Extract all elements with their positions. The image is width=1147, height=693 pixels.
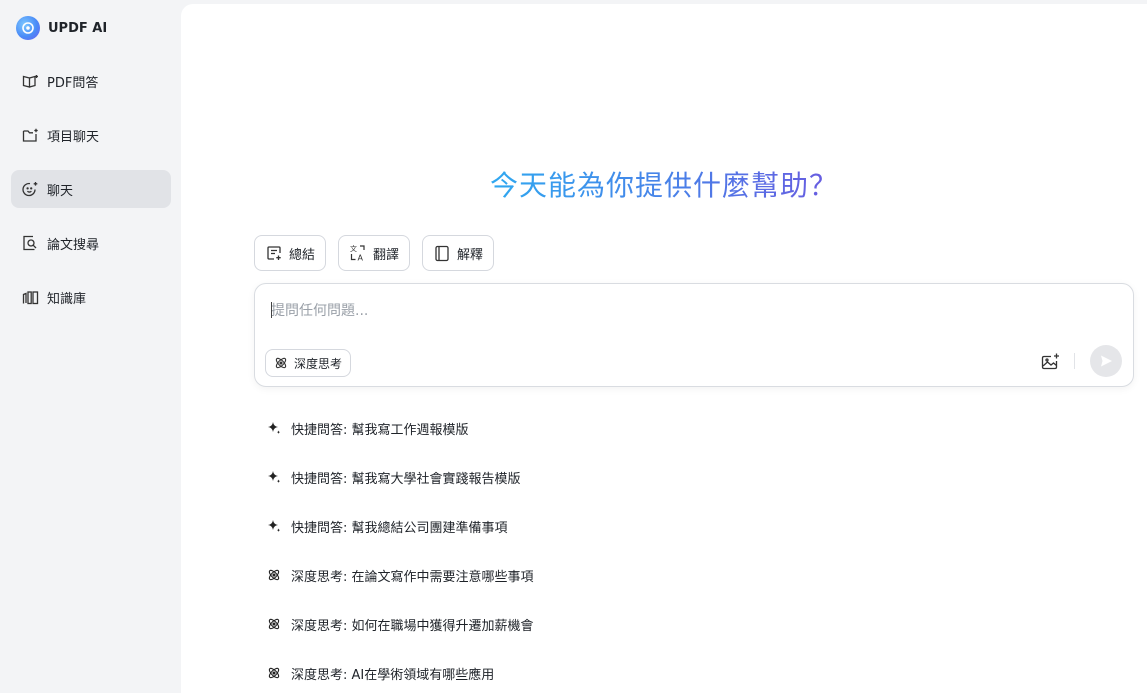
suggestion-text: 深度思考: 如何在職場中獲得升遷加薪機會	[291, 618, 534, 634]
sidebar-item-label: 項目聊天	[47, 129, 100, 145]
suggestion-text: 深度思考: 在論文寫作中需要注意哪些事項	[291, 569, 534, 585]
page-title: 今天能為你提供什麼幫助？	[489, 169, 838, 202]
sidebar-item-knowledge-base[interactable]: 知識庫	[11, 278, 171, 316]
sidebar-item-pdf-qa[interactable]: PDF問答	[11, 62, 171, 100]
deep-think-toggle[interactable]: 深度思考	[265, 349, 352, 377]
summarize-button[interactable]: 總結	[254, 235, 327, 271]
sidebar-item-label: 知識庫	[47, 291, 87, 307]
suggestion-text: 快捷問答: 幫我寫工作週報模版	[291, 422, 469, 438]
updf-logo-icon	[16, 16, 40, 40]
suggestion-text: 快捷問答: 幫我寫大學社會實踐報告模版	[291, 471, 521, 487]
explain-book-icon	[433, 244, 451, 262]
translate-label: 翻譯	[373, 247, 400, 263]
chat-smile-icon	[21, 180, 39, 198]
brand[interactable]: UPDF AI	[16, 16, 107, 40]
send-arrow-icon	[1099, 354, 1113, 368]
summary-icon	[265, 244, 283, 262]
deep-think-label: 深度思考	[294, 356, 343, 371]
translate-button[interactable]: 文 A 翻譯	[338, 235, 411, 271]
prompt-input[interactable]	[271, 300, 1091, 324]
sparkle-icon	[266, 469, 282, 485]
atom-icon	[274, 356, 288, 370]
svg-text:A: A	[358, 254, 364, 263]
sidebar-item-label: 聊天	[47, 183, 74, 199]
summarize-label: 總結	[289, 247, 316, 263]
suggestion-item[interactable]: 快捷問答: 幫我寫大學社會實踐報告模版	[266, 465, 686, 489]
svg-text:文: 文	[350, 244, 357, 253]
sidebar-item-project-chat[interactable]: 項目聊天	[11, 116, 171, 154]
translate-icon: 文 A	[349, 244, 367, 262]
chat-composer: 深度思考	[254, 283, 1134, 387]
book-open-icon	[21, 72, 39, 90]
suggestion-text: 深度思考: AI在學術領域有哪些應用	[291, 667, 495, 683]
suggestion-item[interactable]: 深度思考: 如何在職場中獲得升遷加薪機會	[266, 612, 686, 636]
divider	[1074, 353, 1075, 369]
library-icon	[21, 288, 39, 306]
folder-plus-icon	[21, 126, 39, 144]
suggestion-item[interactable]: 快捷問答: 幫我總結公司團建準備事項	[266, 514, 686, 538]
sparkle-icon	[266, 518, 282, 534]
sidebar-item-chat[interactable]: 聊天	[11, 170, 171, 208]
suggestion-item[interactable]: 深度思考: AI在學術領域有哪些應用	[266, 661, 686, 685]
suggestion-item[interactable]: 快捷問答: 幫我寫工作週報模版	[266, 416, 686, 440]
sidebar: UPDF AI PDF問答 項目聊天 聊天 論文搜尋 知識庫	[0, 0, 180, 693]
send-button[interactable]	[1090, 345, 1122, 377]
sidebar-item-label: 論文搜尋	[47, 237, 100, 253]
sparkle-icon	[266, 420, 282, 436]
explain-button[interactable]: 解釋	[422, 235, 495, 271]
explain-label: 解釋	[457, 247, 484, 263]
sidebar-item-paper-search[interactable]: 論文搜尋	[11, 224, 171, 262]
image-upload-button[interactable]	[1039, 350, 1061, 372]
atom-icon	[266, 616, 282, 632]
atom-icon	[266, 665, 282, 681]
image-plus-icon	[1041, 353, 1060, 370]
quick-actions: 總結 文 A 翻譯 解釋	[254, 235, 495, 271]
suggestion-text: 快捷問答: 幫我總結公司團建準備事項	[291, 520, 508, 536]
app-window: UPDF AI PDF問答 項目聊天 聊天 論文搜尋 知識庫 今天能為你提供什麼…	[0, 0, 1147, 693]
brand-name: UPDF AI	[48, 20, 108, 36]
doc-search-icon	[21, 234, 39, 252]
suggestion-item[interactable]: 深度思考: 在論文寫作中需要注意哪些事項	[266, 563, 686, 587]
text-caret	[271, 302, 272, 318]
sidebar-item-label: PDF問答	[47, 75, 99, 91]
chat-main-panel: 今天能為你提供什麼幫助？ 總結 文 A 翻譯 解釋 提問任何問題... 深度思考…	[181, 4, 1147, 693]
atom-icon	[266, 567, 282, 583]
